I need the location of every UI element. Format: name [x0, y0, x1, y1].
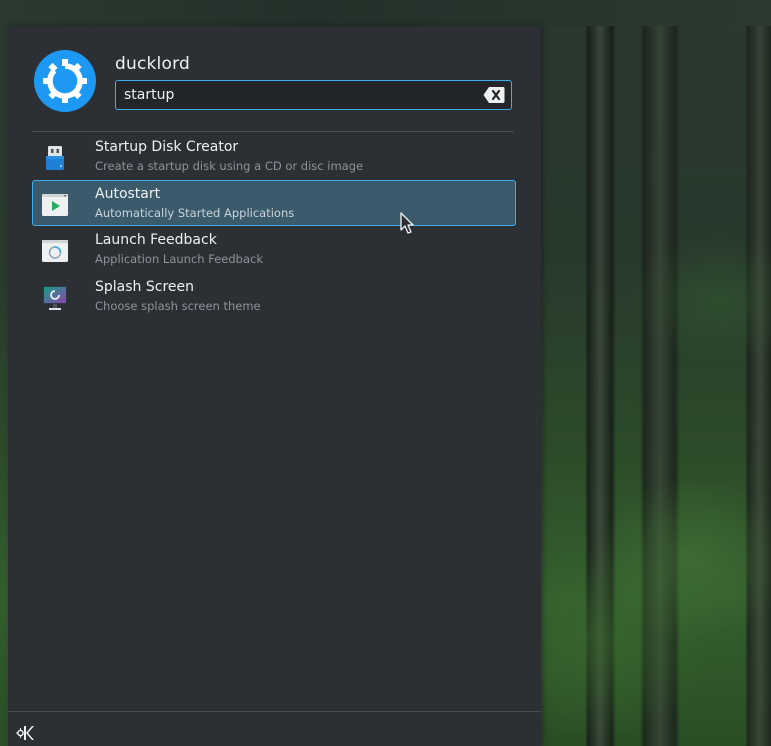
- splash-screen-icon: [43, 285, 67, 310]
- result-subtitle: Automatically Started Applications: [95, 205, 295, 220]
- launch-feedback-icon: [42, 240, 68, 262]
- result-title: Autostart: [95, 185, 161, 202]
- result-title: Launch Feedback: [95, 232, 217, 248]
- wallpaper-top-strip: [0, 0, 771, 26]
- search-results-list: Startup Disk Creator Create a startup di…: [32, 133, 516, 319]
- result-title: Splash Screen: [95, 278, 194, 295]
- result-splash-screen[interactable]: Splash Screen Choose splash screen theme: [32, 273, 516, 319]
- kde-gear-avatar-icon: [43, 59, 87, 103]
- user-avatar[interactable]: [34, 50, 96, 112]
- search-field[interactable]: [115, 80, 512, 110]
- result-launch-feedback[interactable]: Launch Feedback Application Launch Feedb…: [32, 226, 516, 272]
- result-startup-disk-creator[interactable]: Startup Disk Creator Create a startup di…: [32, 133, 516, 179]
- user-name: ducklord: [115, 54, 190, 74]
- result-title: Startup Disk Creator: [95, 139, 239, 155]
- result-autostart[interactable]: Autostart Automatically Started Applicat…: [32, 179, 516, 226]
- kde-logo-icon[interactable]: [16, 724, 34, 742]
- result-subtitle: Create a startup disk using a CD or disc…: [95, 159, 364, 173]
- header-divider: [32, 131, 514, 132]
- backspace-clear-icon: [483, 87, 505, 103]
- clear-search-button[interactable]: [483, 86, 505, 104]
- result-subtitle: Choose splash screen theme: [95, 298, 261, 313]
- application-launcher-panel: ducklord Startup Disk Creator Create a s…: [8, 26, 541, 746]
- footer-divider: [8, 711, 541, 712]
- search-input[interactable]: [116, 81, 476, 109]
- usb-drive-icon: [46, 146, 64, 170]
- autostart-icon: [42, 193, 68, 216]
- result-subtitle: Application Launch Feedback: [95, 252, 263, 266]
